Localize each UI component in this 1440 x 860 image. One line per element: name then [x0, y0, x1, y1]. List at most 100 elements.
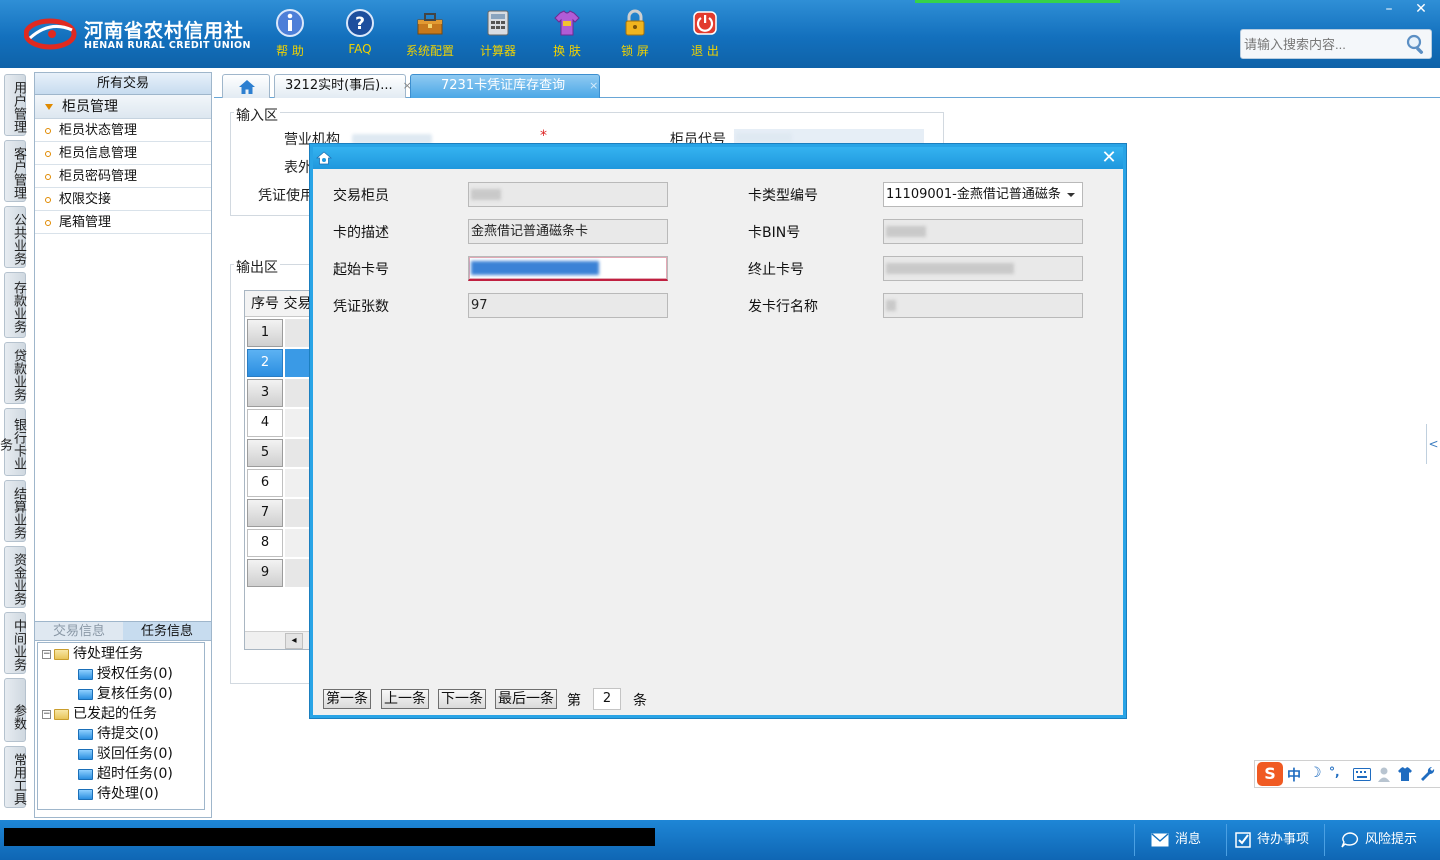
- first-record-button[interactable]: 第一条: [323, 689, 371, 709]
- ime-toolbar: S 中 ☽ °,: [1254, 760, 1440, 788]
- voucher-count-field[interactable]: 97: [468, 293, 668, 318]
- status-message-area: [4, 828, 655, 846]
- tree-node-label: 待处理(0): [97, 786, 159, 802]
- card-voucher-detail-dialog: ✕ 交易柜员 卡类型编号 11109001-金燕借记普通磁条 卡的描述 金燕借记…: [310, 144, 1126, 718]
- tab-3212-realtime[interactable]: 3212实时(事后)... ×: [274, 74, 412, 98]
- window-close-button[interactable]: ✕: [1408, 0, 1434, 20]
- grid-row-number[interactable]: 1: [247, 319, 283, 347]
- grid-row-number[interactable]: 8: [247, 529, 283, 557]
- calculator-button[interactable]: 计算器: [468, 8, 528, 64]
- tree-node-label: 已发起的任务: [73, 706, 157, 722]
- vtab-public-business[interactable]: 公共业务: [4, 206, 26, 268]
- faq-button[interactable]: ? FAQ: [330, 8, 390, 64]
- help-button[interactable]: 帮 助: [260, 8, 320, 64]
- search-input[interactable]: [1244, 34, 1404, 54]
- dialog-close-button[interactable]: ✕: [1099, 148, 1119, 168]
- sogou-logo-icon[interactable]: S: [1257, 762, 1283, 786]
- folder-icon: [78, 668, 93, 680]
- tree-node-timeout[interactable]: 超时任务(0): [78, 764, 173, 784]
- svg-text:?: ?: [355, 14, 365, 34]
- vtab-deposit-business[interactable]: 存款业务: [4, 272, 26, 338]
- risk-alert-button[interactable]: 风险提示: [1324, 824, 1440, 856]
- vtab-bank-card-business[interactable]: 银行卡业务: [0, 408, 26, 476]
- input-zone-title: 输入区: [234, 105, 280, 125]
- grid-row-number[interactable]: 3: [247, 379, 283, 407]
- collapse-icon[interactable]: −: [42, 709, 51, 719]
- skin-icon[interactable]: [1397, 766, 1413, 782]
- prev-record-button[interactable]: 上一条: [381, 689, 429, 709]
- grid-row-number[interactable]: 5: [247, 439, 283, 467]
- tree-node-pending[interactable]: − 待处理任务: [42, 644, 143, 664]
- grid-row-number[interactable]: 6: [247, 469, 283, 497]
- grid-row-number[interactable]: 4: [247, 409, 283, 437]
- card-bin-field[interactable]: [883, 219, 1083, 244]
- menu-item-tail-box[interactable]: 尾箱管理: [35, 211, 211, 234]
- tree-node-auth-tasks[interactable]: 授权任务(0): [78, 664, 173, 684]
- tab-task-info[interactable]: 任务信息: [123, 622, 211, 640]
- grid-header-seq: 序号: [251, 296, 279, 312]
- collapse-icon[interactable]: −: [42, 649, 51, 659]
- moon-icon[interactable]: ☽: [1309, 765, 1322, 781]
- tree-node-review-tasks[interactable]: 复核任务(0): [78, 684, 173, 704]
- card-type-select[interactable]: 11109001-金燕借记普通磁条: [883, 182, 1083, 207]
- card-bin-value: [886, 226, 926, 237]
- page-number-input[interactable]: 2: [593, 688, 621, 710]
- vtab-fund-business[interactable]: 资金业务: [4, 546, 26, 608]
- page-suffix: 条: [633, 693, 647, 709]
- messages-button[interactable]: 消息: [1134, 824, 1226, 856]
- menu-item-teller-info[interactable]: 柜员信息管理: [35, 142, 211, 165]
- tab-transaction-info[interactable]: 交易信息: [35, 622, 123, 640]
- right-panel-toggle[interactable]: <: [1426, 424, 1440, 464]
- todo-button[interactable]: 待办事项: [1226, 824, 1324, 856]
- vtab-common-tools[interactable]: 常用工具: [4, 746, 26, 808]
- tab-close-icon[interactable]: ×: [589, 79, 598, 92]
- home-tab[interactable]: [222, 74, 270, 98]
- wrench-icon[interactable]: [1419, 766, 1435, 782]
- change-skin-button[interactable]: 换 肤: [537, 8, 597, 64]
- teller-management-group[interactable]: 柜员管理: [35, 95, 211, 119]
- ime-mode-toggle[interactable]: 中: [1287, 765, 1301, 785]
- issuer-name-field[interactable]: [883, 293, 1083, 318]
- vtab-customer-management[interactable]: 客户管理: [4, 140, 26, 202]
- keyboard-icon[interactable]: [1353, 768, 1371, 781]
- vtab-parameters[interactable]: 参数: [4, 678, 26, 742]
- exit-button[interactable]: 退 出: [675, 8, 735, 64]
- tree-node-rejected[interactable]: 驳回任务(0): [78, 744, 173, 764]
- menu-item-teller-status[interactable]: 柜员状态管理: [35, 119, 211, 142]
- tab-7231-card-voucher[interactable]: 7231卡凭证库存查询 ×: [410, 74, 600, 98]
- tree-node-to-submit[interactable]: 待提交(0): [78, 724, 159, 744]
- vtab-loan-business[interactable]: 贷款业务: [4, 342, 26, 404]
- punctuation-icon[interactable]: °,: [1329, 765, 1340, 779]
- start-card-field[interactable]: [468, 256, 668, 281]
- end-card-field[interactable]: [883, 256, 1083, 281]
- progress-strip: [915, 0, 1120, 3]
- user-icon[interactable]: [1377, 766, 1391, 783]
- issuer-name-value: [886, 300, 896, 311]
- dialog-titlebar[interactable]: ✕: [313, 147, 1123, 169]
- system-config-button[interactable]: 系统配置: [400, 8, 460, 64]
- folder-icon: [78, 788, 93, 800]
- last-record-button[interactable]: 最后一条: [495, 689, 557, 709]
- tree-node-initiated[interactable]: − 已发起的任务: [42, 704, 157, 724]
- vtab-settlement-business[interactable]: 结算业务: [4, 480, 26, 542]
- minimize-button[interactable]: –: [1376, 0, 1402, 20]
- vtab-intermediary-business[interactable]: 中间业务: [4, 612, 26, 674]
- info-icon: [276, 9, 304, 37]
- menu-item-permission-handover[interactable]: 权限交接: [35, 188, 211, 211]
- grid-row-number[interactable]: 9: [247, 559, 283, 587]
- grid-row-number[interactable]: 7: [247, 499, 283, 527]
- card-desc-field[interactable]: 金燕借记普通磁条卡: [468, 219, 668, 244]
- grid-row-number[interactable]: 2: [247, 349, 283, 377]
- menu-item-teller-password[interactable]: 柜员密码管理: [35, 165, 211, 188]
- tab-label: 3212实时(事后)...: [285, 78, 393, 93]
- trade-teller-field[interactable]: [468, 182, 668, 207]
- teller-code-input[interactable]: [734, 129, 924, 145]
- next-record-button[interactable]: 下一条: [438, 689, 486, 709]
- tree-node-to-process[interactable]: 待处理(0): [78, 784, 159, 804]
- search-icon[interactable]: [1405, 33, 1427, 55]
- lock-screen-button[interactable]: 锁 屏: [605, 8, 665, 64]
- all-transactions-header[interactable]: 所有交易: [35, 73, 211, 95]
- start-card-label: 起始卡号: [333, 262, 389, 278]
- scroll-left-button[interactable]: ◂: [285, 633, 303, 649]
- vtab-user-management[interactable]: 用户管理: [4, 74, 26, 136]
